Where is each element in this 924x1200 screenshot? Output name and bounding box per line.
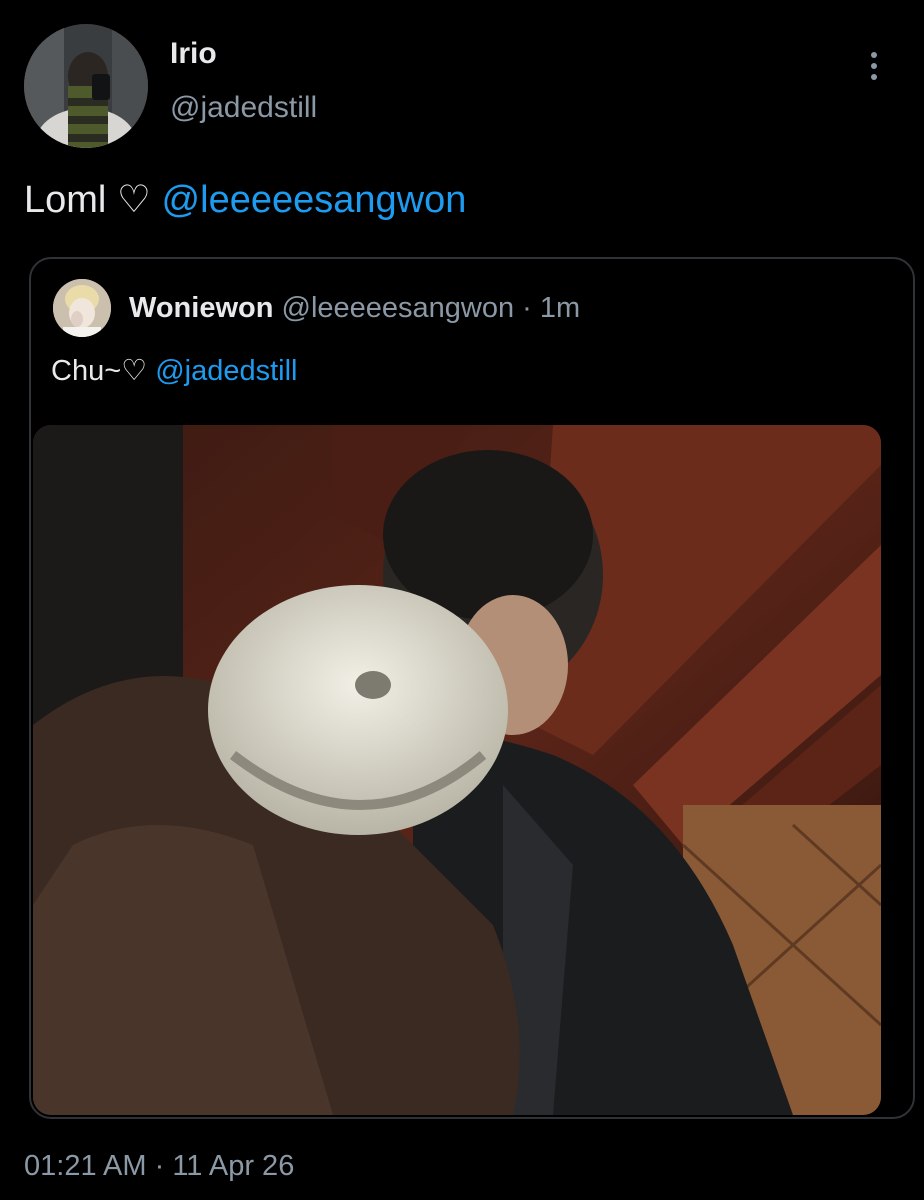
avatar-photo xyxy=(24,24,148,148)
tweet-text: Loml ♡ @leeeeesangwon xyxy=(24,178,466,222)
photo-media xyxy=(33,425,881,1115)
more-options-button[interactable] xyxy=(858,46,890,86)
timestamp-time: 01:21 AM xyxy=(24,1150,147,1182)
quoted-separator: · xyxy=(514,292,540,324)
quoted-media-photo[interactable] xyxy=(33,425,881,1115)
timestamp-date: 11 Apr 26 xyxy=(172,1150,295,1182)
quoted-body: Chu~♡ xyxy=(51,355,156,387)
author-avatar[interactable] xyxy=(24,24,148,148)
quoted-author-avatar[interactable] xyxy=(53,279,111,337)
quoted-handle[interactable]: @leeeeesangwon xyxy=(282,292,515,324)
quoted-tweet-text: Chu~♡ @jadedstill xyxy=(51,353,297,389)
quoted-avatar-photo xyxy=(53,279,111,337)
quoted-header: Woniewon @leeeeesangwon · 1m xyxy=(129,291,580,325)
author-display-name[interactable]: Irio xyxy=(170,36,217,72)
more-vertical-icon-dot xyxy=(871,74,877,80)
timestamp-separator: · xyxy=(146,1150,173,1182)
tweet-timestamp[interactable]: 01:21 AM · 11 Apr 26 xyxy=(24,1148,294,1184)
quoted-display-name[interactable]: Woniewon xyxy=(129,292,273,324)
quoted-time-ago: 1m xyxy=(539,292,581,324)
quoted-tweet-card[interactable]: Woniewon @leeeeesangwon · 1m Chu~♡ @jade… xyxy=(29,257,915,1119)
more-vertical-icon xyxy=(871,52,877,58)
tweet-mention-link[interactable]: @leeeeesangwon xyxy=(162,179,467,221)
author-handle[interactable]: @jadedstill xyxy=(170,90,317,126)
quoted-mention-link[interactable]: @jadedstill xyxy=(155,355,297,387)
tweet-body: Loml ♡ xyxy=(24,179,162,221)
more-vertical-icon-dot xyxy=(871,63,877,69)
